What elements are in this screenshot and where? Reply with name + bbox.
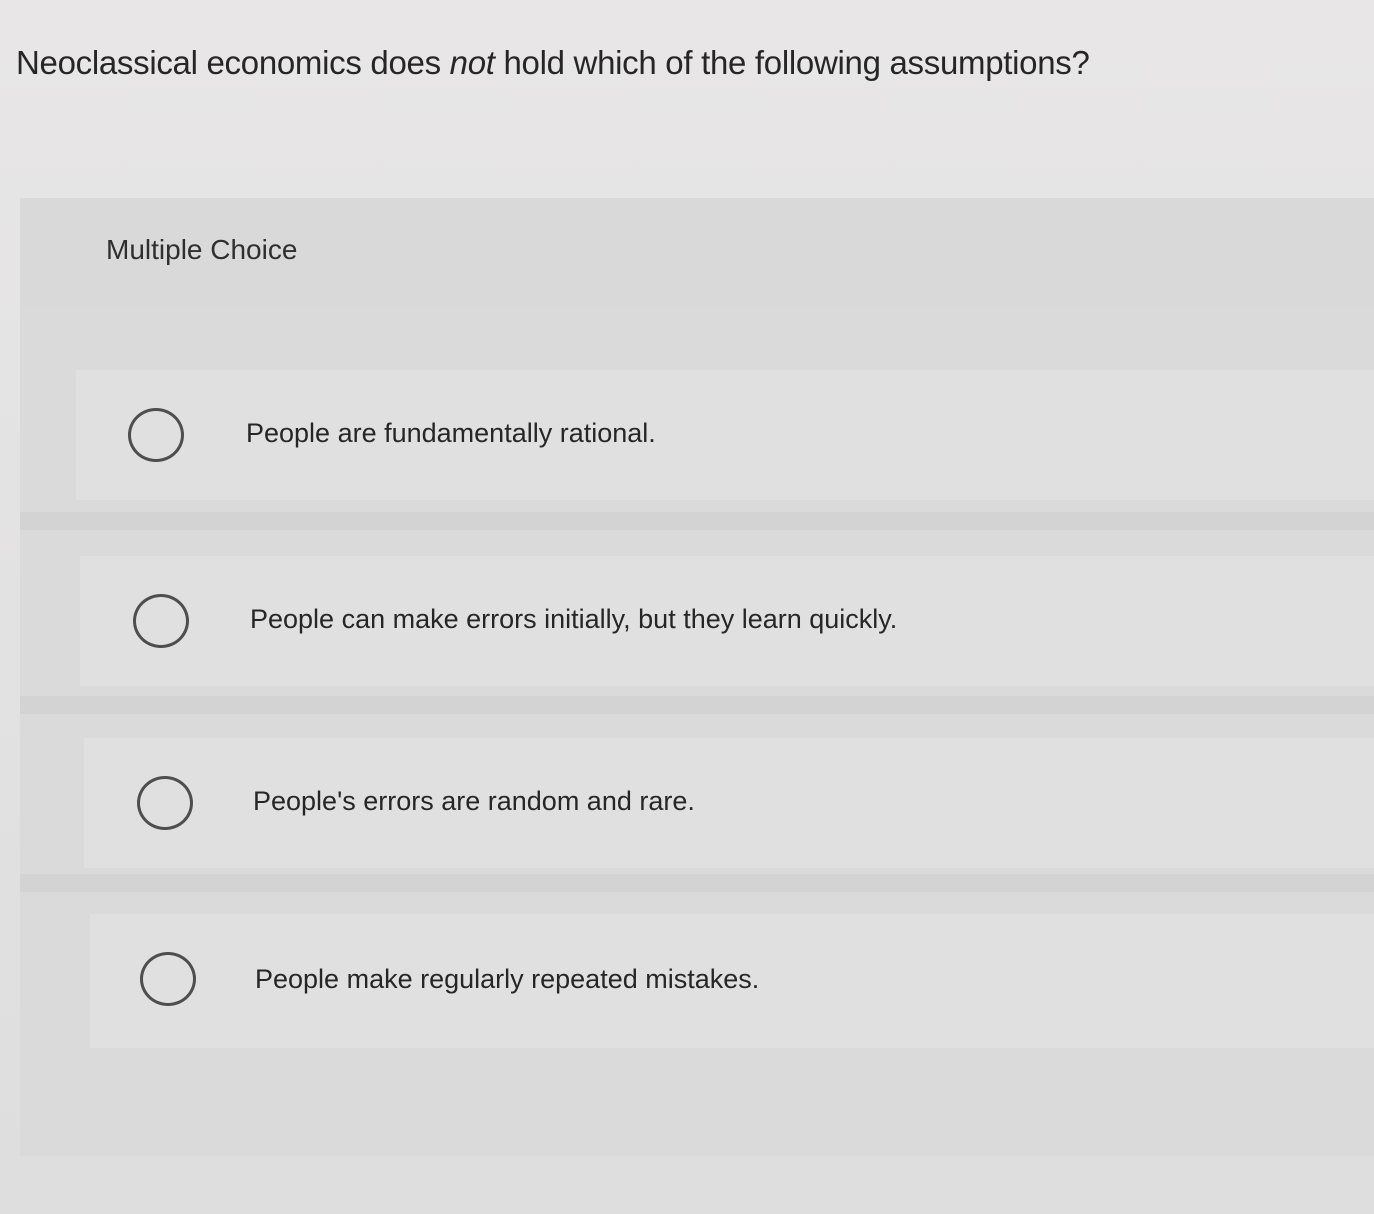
answer-option-label: People are fundamentally rational. [246, 418, 656, 448]
answer-option-label: People make regularly repeated mistakes. [255, 964, 760, 994]
answer-option-4[interactable]: People make regularly repeated mistakes. [90, 914, 1374, 1048]
radio-button-icon[interactable] [140, 952, 196, 1006]
question-text: Neoclassical economics does not hold whi… [16, 44, 1090, 82]
answer-options-list: People are fundamentally rational. Peopl… [20, 306, 1374, 1156]
question-prefix: Neoclassical economics does [16, 44, 450, 81]
question-suffix: hold which of the following assumptions? [494, 44, 1090, 81]
option-divider [20, 512, 1374, 530]
answer-option-label: People's errors are random and rare. [253, 786, 695, 816]
radio-button-icon[interactable] [128, 408, 184, 462]
radio-button-icon[interactable] [133, 594, 189, 648]
answer-option-label: People can make errors initially, but th… [250, 604, 898, 634]
card-header: Multiple Choice [20, 198, 1374, 306]
option-divider [20, 874, 1374, 892]
answer-option-2[interactable]: People can make errors initially, but th… [80, 556, 1374, 686]
answer-option-3[interactable]: People's errors are random and rare. [84, 738, 1374, 868]
question-type-label: Multiple Choice [106, 234, 298, 265]
multiple-choice-card: Multiple Choice People are fundamentally… [20, 198, 1374, 1156]
question-emphasis: not [449, 44, 495, 81]
radio-button-icon[interactable] [137, 776, 193, 830]
answer-option-1[interactable]: People are fundamentally rational. [76, 370, 1374, 500]
option-divider [20, 696, 1374, 714]
